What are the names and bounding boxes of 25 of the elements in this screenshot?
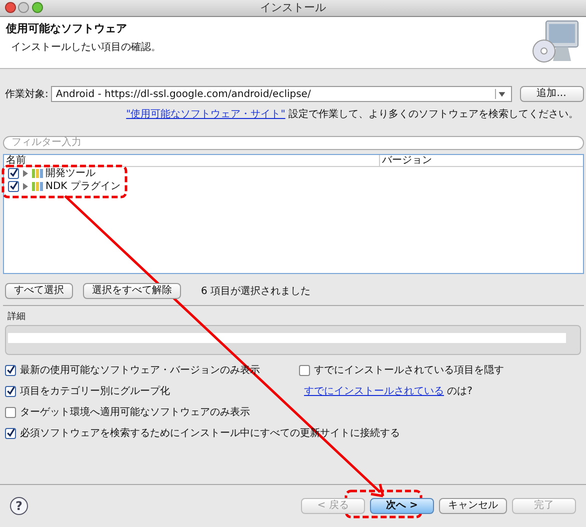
add-button[interactable]: 追加... [520,86,584,102]
field-label: 作業対象: [4,88,48,102]
work-target-dropdown[interactable]: Android - https://dl-ssl.google.com/android/eclipse/ [50,86,512,102]
window-title: インストール [260,0,326,16]
page-title: 使用可能なソフトウェア [6,21,128,37]
site-settings-note: "使用可能なソフトウェア・サイト" 設定で作業して、より多くのソフトウェアを検索してください。 [126,108,578,121]
deselect-all-button[interactable]: 選択をすべて解除 [83,283,181,299]
installed-help-note: すでにインストールされている のは? [304,384,472,398]
page-subtitle: インストールしたい項目の確認。 [10,40,162,55]
select-all-button[interactable]: すべて選択 [5,283,73,299]
sites-link[interactable]: "使用可能なソフトウェア・サイト" [126,109,286,120]
installed-link[interactable]: すでにインストールされている [304,386,444,396]
dialog-button[interactable]: キャンセル [439,498,507,514]
selection-count: 6 項目が選択されました [201,284,311,298]
tree-item-label: 開発ツール [46,168,96,180]
dialog-button[interactable]: 次へ > [370,498,434,514]
column-header[interactable]: バージョン [380,155,582,166]
tree-item-label: NDK プラグイン [46,180,120,192]
option-label: 項目をカテゴリー別にグループ化 [20,384,170,398]
details-label: 詳細 [6,311,26,324]
option-label: ターゲット環境へ適用可能なソフトウェアのみ表示 [20,406,250,420]
option-label: すでにインストールされている項目を隠す [314,364,504,378]
column-header[interactable]: 名前 [4,155,380,166]
help-button[interactable]: ? [10,497,28,515]
filter-field[interactable]: フィルター入力 [2,136,584,150]
